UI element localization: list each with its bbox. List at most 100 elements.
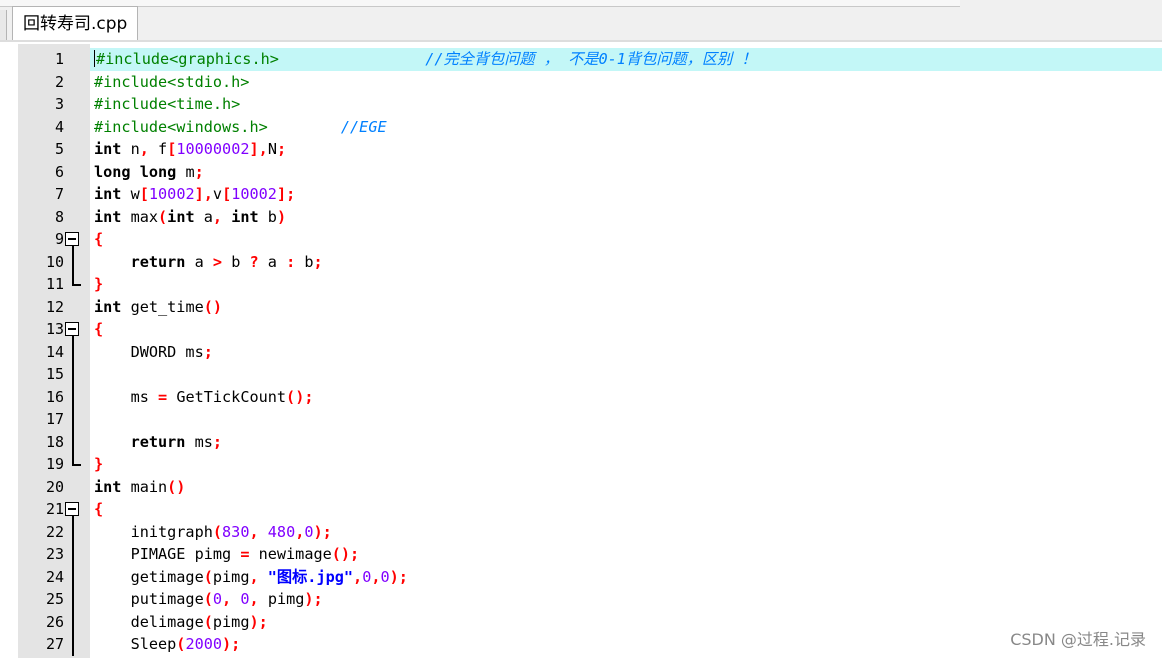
code-token: int [94,185,122,203]
code-text[interactable]: { [90,498,1162,521]
code-token: int [94,140,122,158]
fold-end-line [72,284,81,286]
line-number: 22 [45,522,64,541]
code-text[interactable] [90,363,1162,386]
code-line: 15 [18,363,1162,386]
code-token: main [121,477,168,496]
code-text[interactable]: delimage(pimg); [90,611,1162,634]
code-token: ; [313,252,323,271]
code-text[interactable]: #include<time.h> [90,93,1162,116]
code-token: DWORD ms [94,342,204,361]
line-number: 9 [54,230,64,248]
code-text[interactable]: return a > b ? a : b; [90,251,1162,274]
line-number: 3 [54,95,64,113]
fold-line [72,430,74,453]
code-token: ( [203,612,213,631]
minus-box-icon[interactable] [65,232,79,246]
code-text[interactable] [90,408,1162,431]
code-line: 19} [18,453,1162,476]
code-text[interactable]: } [90,273,1162,296]
code-line: 3 #include<time.h> [18,93,1162,116]
code-line: 6 long long m; [18,161,1162,184]
code-token: long long [94,162,177,181]
fold-line [64,543,84,566]
code-token: ); [389,567,408,586]
code-token: #include<stdio.h> [94,72,250,91]
tab-file[interactable]: 回转寿司.cpp [12,6,139,40]
code-text[interactable]: int max(int a, int b) [90,206,1162,229]
fold-line [64,430,84,453]
code-token: int [222,207,259,226]
code-token: 10002 [231,185,277,203]
code-line: 7 int w[10002],v[10002]; [18,183,1162,206]
code-token: [ [139,185,149,203]
code-token: ; [212,432,223,451]
code-text[interactable]: long long m; [90,161,1162,184]
code-token: [ [167,140,177,158]
code-text[interactable]: int main() [90,476,1162,499]
code-token: //EGE [340,117,387,136]
line-number: 21 [45,500,64,518]
code-text[interactable]: { [90,318,1162,341]
code-token: return [130,252,186,271]
code-text[interactable]: int get_time() [90,296,1162,319]
code-text[interactable]: getimage(pimg, "图标.jpg",0,0); [90,566,1162,589]
minus-box-icon[interactable] [65,322,79,336]
code-line: 24 getimage(pimg, "图标.jpg",0,0); [18,565,1162,589]
tab-scroll-left[interactable] [0,10,7,40]
code-token: ); [222,635,241,653]
code-token: ? [249,252,259,271]
code-line: 9{ [18,228,1162,251]
code-token: newimage [249,545,332,563]
line-number: 25 [45,590,64,608]
code-text[interactable]: #include<stdio.h> [90,71,1162,94]
code-text[interactable]: { [90,228,1162,251]
minus-box-icon[interactable] [65,502,79,516]
code-token: 2000 [185,635,223,653]
code-token: w [121,185,140,203]
code-token: (); [286,387,314,406]
code-token: } [94,275,104,293]
code-line: 8 int max(int a, int b) [18,206,1162,229]
code-token: 10000002 [176,140,250,158]
fold-collapse-icon[interactable] [64,498,84,521]
code-token: ; [194,162,204,181]
line-number: 27 [45,635,64,653]
code-token: ; [286,185,296,203]
code-text[interactable]: #include<windows.h> //EGE [90,116,1162,139]
fold-collapse-icon[interactable] [64,228,84,251]
code-text[interactable]: Sleep(2000); [90,633,1162,656]
code-text[interactable]: initgraph(830, 480,0); [90,521,1162,544]
code-token: delimage [94,612,204,631]
code-token: ); [249,612,268,631]
code-token: Sleep [94,635,177,653]
code-token: #include<windows.h> [94,117,268,136]
code-text[interactable]: #include<graphics.h> //完全背包问题 ， 不是0-1背包问… [90,48,1162,71]
code-token: get_time [121,297,204,316]
code-token: , [222,590,232,608]
code-text[interactable]: } [90,453,1162,476]
code-text[interactable]: return ms; [90,431,1162,454]
code-editor[interactable]: 1 #include<graphics.h> //完全背包问题 ， 不是0-1背包… [18,44,1162,658]
fold-line [72,610,74,633]
code-text[interactable]: PIMAGE pimg = newimage(); [90,543,1162,566]
line-number: 20 [45,477,64,496]
code-token: 0 [304,522,314,541]
code-text[interactable]: int w[10002],v[10002]; [90,183,1162,206]
line-number: 10 [45,252,64,271]
code-line: 14 DWORD ms; [18,340,1162,364]
text-caret [94,50,95,67]
code-token: 0 [362,567,372,586]
code-token: pimg [212,567,250,586]
code-text[interactable]: DWORD ms; [90,341,1162,364]
line-number: 6 [54,162,64,181]
fold-line [72,340,74,363]
code-text[interactable]: int n, f[10000002],N; [90,138,1162,161]
code-text[interactable]: ms = GetTickCount(); [90,386,1162,409]
line-number: 23 [45,545,64,563]
fold-line [72,588,74,611]
fold-collapse-icon[interactable] [64,318,84,341]
code-text[interactable]: putimage(0, 0, pimg); [90,588,1162,611]
